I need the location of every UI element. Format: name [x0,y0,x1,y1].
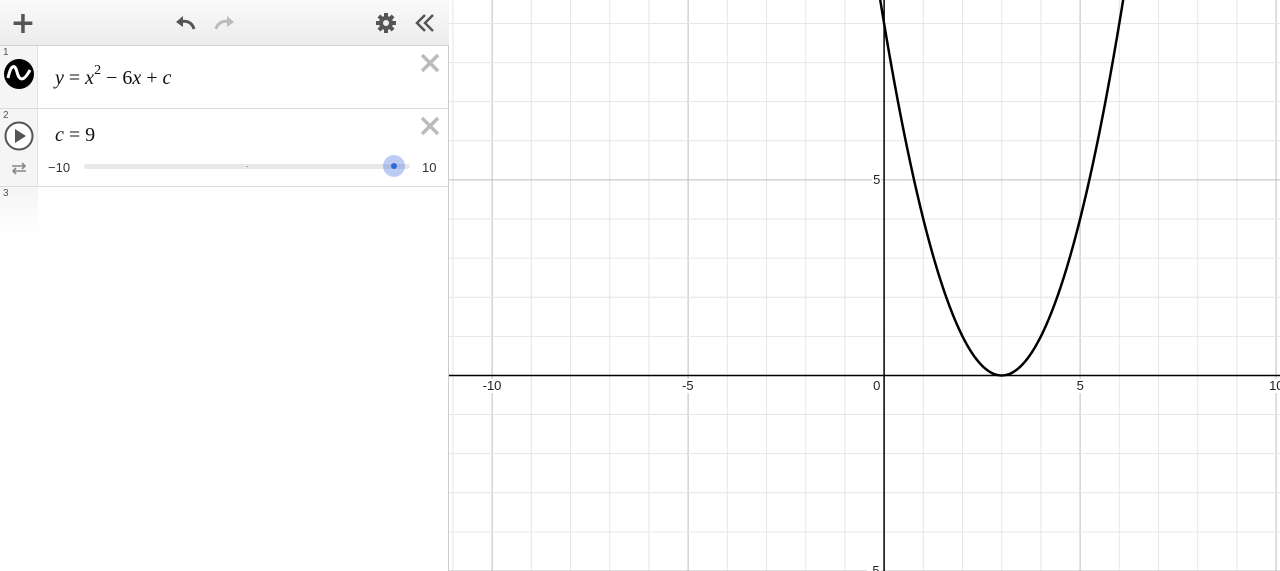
redo-icon [214,16,234,30]
delete-expression-button[interactable] [419,115,441,137]
expression-item-1[interactable]: 1 y = x2 − 6x + c [0,46,449,109]
expression-input[interactable]: c = 9 [55,124,95,147]
slider-min-label[interactable]: −10 [48,160,70,175]
play-icon[interactable] [4,121,34,151]
x-tick-label: 5 [1075,378,1085,394]
math-var: x [85,67,95,89]
undo-button[interactable] [172,0,200,46]
expression-toolbar: + [0,0,449,46]
expression-item-2[interactable]: 2 c = 9 −10 10 [0,109,449,187]
math-op: − 6 [101,67,133,89]
math-exponent: 2 [94,63,102,78]
math-var: y [55,67,64,89]
x-tick-label: -10 [481,378,503,394]
expression-index: 1 [3,47,9,58]
expression-input[interactable]: y = x2 − 6x + c [55,63,172,90]
redo-button[interactable] [210,0,238,46]
expression-index: 3 [3,188,9,199]
x-tick-label: -5 [681,378,695,394]
expression-gutter: 3 [0,187,38,237]
slider-zero-tick [246,166,248,167]
gear-icon [376,13,396,33]
delete-expression-button[interactable] [419,52,441,74]
math-op: = [63,124,86,146]
expression-gutter: 2 [0,109,38,186]
plus-icon: + [10,5,36,41]
settings-button[interactable] [372,0,400,46]
slider-thumb[interactable] [382,155,405,177]
add-item-button[interactable]: + [8,0,38,46]
graph-svg[interactable] [449,0,1280,571]
math-op: = [63,67,86,89]
loop-icon[interactable] [10,161,28,175]
math-var: c [55,124,64,146]
slider-track[interactable] [84,155,410,177]
undo-icon [176,16,196,30]
expression-panel: + 1 y = x2 − 6x + c 2 c = 9 −10 10 3 [0,0,449,571]
y-tick-label: 5 [872,171,882,187]
collapse-panel-button[interactable] [410,0,440,46]
expression-index: 2 [3,110,9,121]
slider-value: 9 [85,124,96,146]
math-var: c [162,67,172,89]
double-chevron-left-icon [415,14,434,32]
x-tick-label: 10 [1268,379,1280,394]
y-tick-label: -5 [867,564,881,571]
math-var: x [132,67,142,89]
expression-item-3[interactable]: 3 [0,187,449,237]
graph-canvas[interactable]: -10 -5 0 5 10 5 -5 [449,0,1280,571]
math-op: + [141,67,163,89]
graph-wave-icon[interactable] [4,59,34,89]
slider-max-label[interactable]: 10 [422,160,436,175]
expression-gutter: 1 [0,46,38,108]
x-tick-label: 0 [872,378,882,394]
